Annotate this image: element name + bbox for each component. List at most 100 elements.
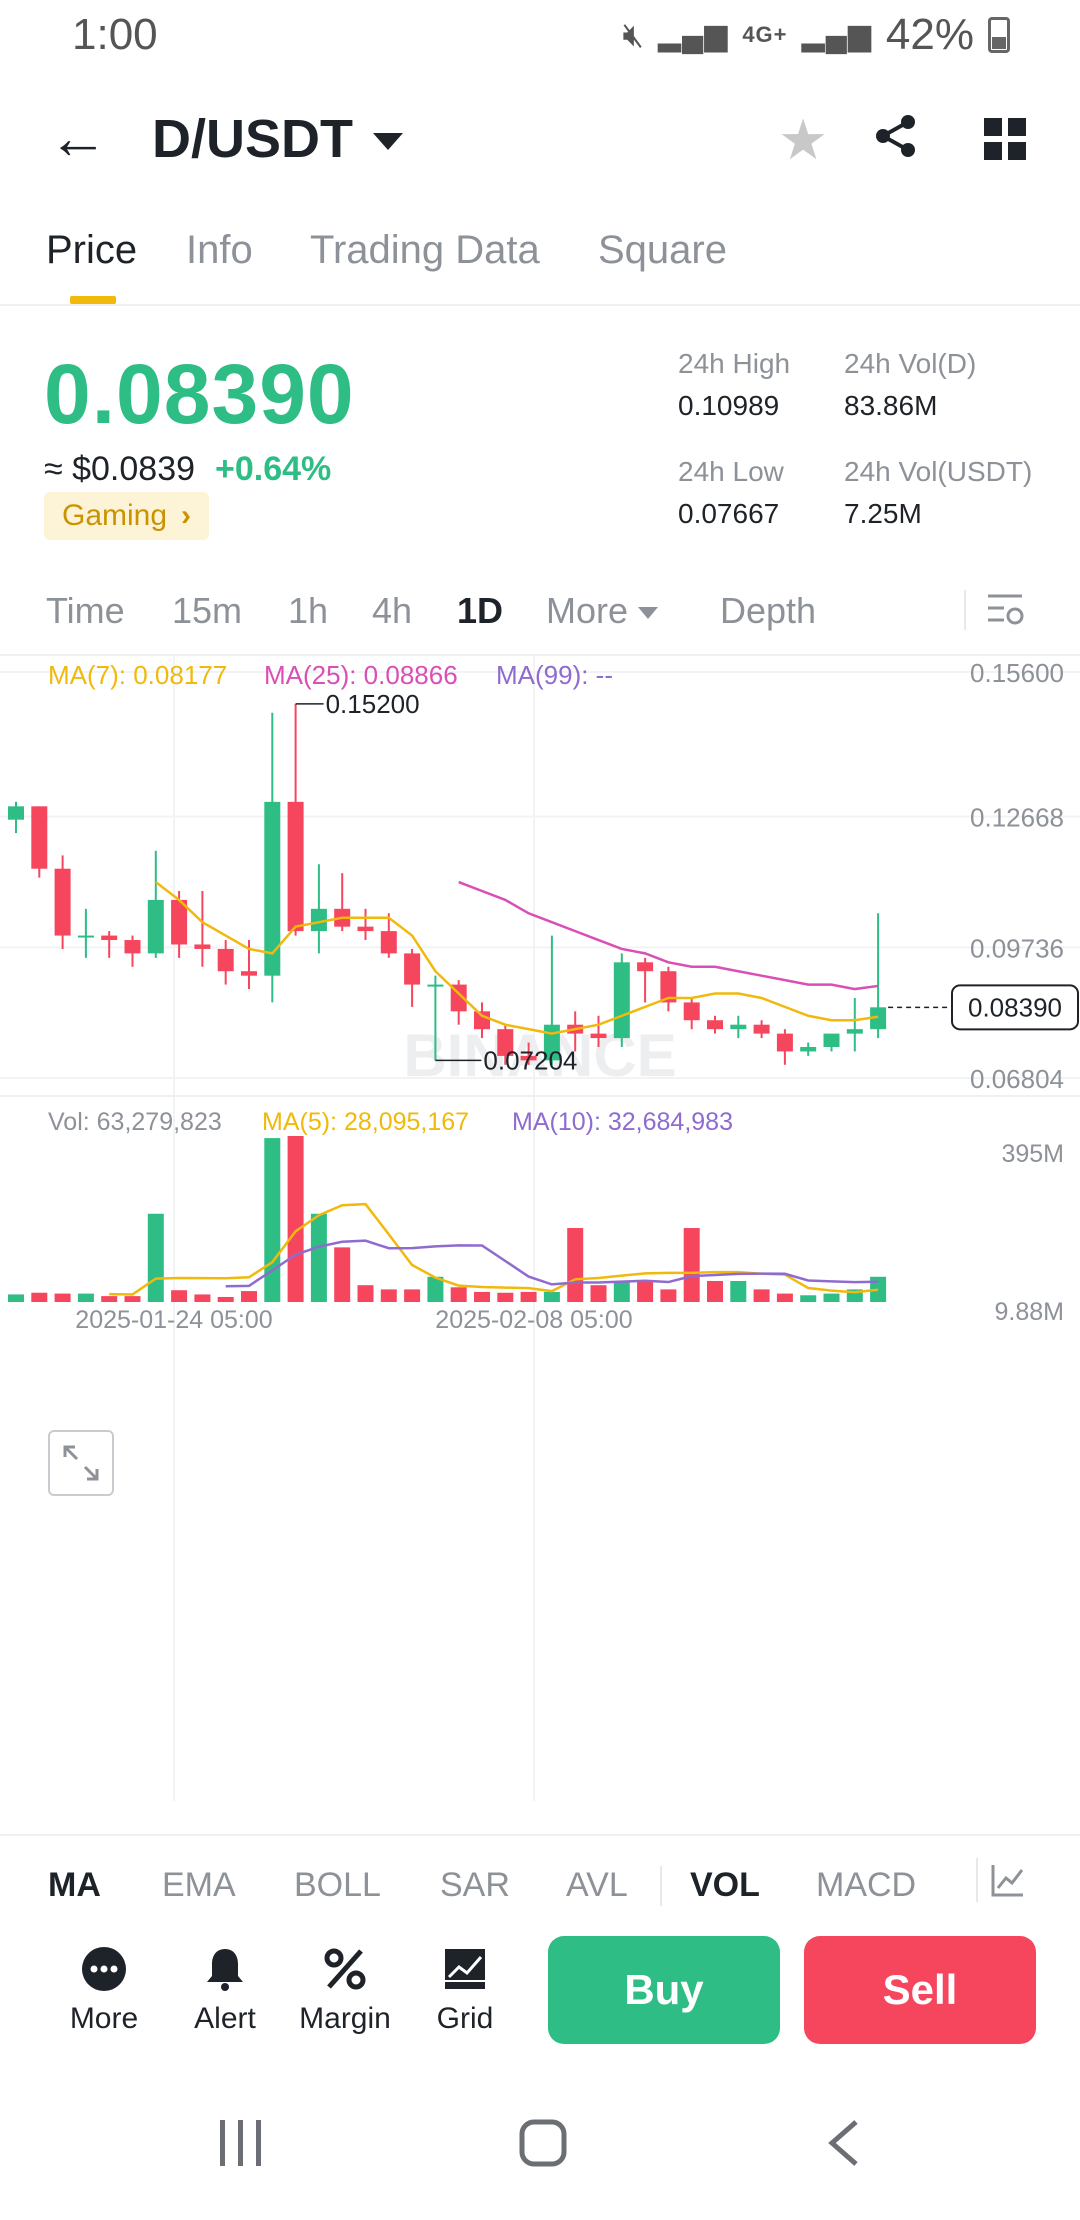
signal-icon-2: ▂▄▆: [801, 18, 872, 52]
action-more-label: More: [69, 2002, 139, 2035]
volume-bar: [380, 1289, 397, 1302]
ma7-line: [155, 881, 879, 1035]
volume-bar: [497, 1292, 514, 1302]
tab-price[interactable]: Price: [46, 228, 137, 273]
price-axis-label: 0.12668: [970, 803, 1064, 833]
volume-bar: [800, 1295, 817, 1302]
candlestick-chart[interactable]: BINANCE MA(7): 0.08177 MA(25): 0.08866 MA(…: [0, 656, 1080, 1836]
volume-bar: [334, 1247, 351, 1302]
tab-trading-data[interactable]: Trading Data: [310, 228, 540, 273]
vol-quote-value: 7.25M: [844, 498, 922, 529]
candle-body: [730, 1024, 747, 1030]
interval-more[interactable]: More: [546, 590, 659, 632]
x-axis-label: 2025-01-24 05:00: [75, 1306, 272, 1334]
recent-apps-button[interactable]: [218, 2118, 264, 2173]
action-margin-label: Margin: [299, 2002, 391, 2035]
vol-base-value: 83.86M: [844, 390, 938, 421]
buy-button[interactable]: Buy: [548, 1936, 780, 2044]
volume-ma5-legend: MA(5): 28,095,167: [262, 1108, 469, 1136]
candle-body: [753, 1024, 770, 1034]
volume-axis-label: 395M: [1001, 1140, 1064, 1168]
tab-square[interactable]: Square: [598, 228, 727, 273]
interval-1h[interactable]: 1h: [288, 590, 328, 632]
volume-bar: [241, 1291, 257, 1302]
candle-body: [357, 926, 374, 932]
candle-body: [124, 940, 141, 954]
usd-price: ≈ $0.0839: [44, 450, 196, 488]
volume-bars: [8, 1136, 887, 1302]
interval-4h[interactable]: 4h: [372, 590, 412, 632]
volume-bar: [637, 1280, 654, 1302]
back-nav-button[interactable]: [826, 2118, 860, 2173]
volume-bar: [101, 1296, 118, 1302]
candle-body: [264, 801, 281, 976]
interval-15m[interactable]: 15m: [172, 590, 242, 632]
volume-bar: [54, 1293, 71, 1302]
candle-body: [147, 899, 164, 954]
share-icon[interactable]: [873, 113, 919, 164]
indicator-ma[interactable]: MA: [48, 1866, 101, 1905]
price-axis-label: 0.15600: [970, 658, 1064, 688]
candle-body: [613, 962, 630, 1039]
caret-down-icon: [638, 607, 659, 620]
action-alert[interactable]: Alert: [175, 1946, 275, 2036]
layout-grid-icon[interactable]: [984, 118, 1026, 165]
indicator-ema[interactable]: EMA: [162, 1866, 236, 1905]
action-grid[interactable]: Grid: [415, 1946, 515, 2036]
sell-button[interactable]: Sell: [804, 1936, 1036, 2044]
high-marker-label: 0.15200: [326, 689, 420, 719]
category-tag[interactable]: Gaming ›: [44, 492, 210, 540]
candle-body: [241, 971, 257, 976]
volume-bar: [124, 1296, 141, 1302]
candle-body: [101, 935, 118, 941]
last-price: 0.08390: [44, 347, 355, 441]
price-axis-label: 0.09736: [970, 933, 1064, 963]
candle-body: [776, 1033, 793, 1052]
volume-bar: [660, 1289, 677, 1302]
indicator-settings-icon[interactable]: [990, 1862, 1026, 1903]
low-label: 24h Low: [678, 456, 784, 487]
fullscreen-expand-icon[interactable]: [48, 1430, 114, 1496]
volume-bar: [730, 1280, 747, 1302]
candle-body: [707, 1020, 723, 1030]
volume-bar: [753, 1289, 770, 1302]
home-button[interactable]: [518, 2118, 568, 2173]
back-arrow-icon[interactable]: ←: [48, 108, 108, 168]
signal-icon: ▂▄▆: [657, 18, 729, 52]
indicator-vol[interactable]: VOL: [690, 1866, 760, 1905]
indicator-avl[interactable]: AVL: [566, 1866, 628, 1905]
interval-1d[interactable]: 1D: [457, 590, 503, 632]
ma7-legend: MA(7): 0.08177: [48, 660, 227, 690]
candle-body: [8, 806, 24, 820]
action-more[interactable]: More: [54, 1946, 154, 2036]
candle-body: [427, 984, 444, 987]
pair-name: D/USDT: [152, 109, 353, 169]
star-icon[interactable]: ★: [778, 112, 828, 168]
candle-body: [54, 868, 71, 936]
candle-body: [217, 948, 234, 972]
chevron-right-icon: ›: [181, 499, 192, 532]
chart-settings-icon[interactable]: [986, 592, 1026, 633]
volume-bar: [683, 1228, 700, 1302]
indicator-sar[interactable]: SAR: [440, 1866, 510, 1905]
pair-selector[interactable]: D/USDT: [152, 108, 403, 170]
interval-time[interactable]: Time: [46, 590, 125, 632]
volume-bar: [194, 1294, 211, 1302]
action-margin[interactable]: Margin: [295, 1946, 395, 2036]
low-marker-label: 0.07204: [483, 1045, 577, 1075]
candle-body: [637, 962, 654, 972]
price-axis-label: 0.06804: [970, 1064, 1064, 1094]
tab-info[interactable]: Info: [186, 228, 253, 273]
candle-body: [800, 1046, 817, 1052]
more-icon: [81, 1946, 127, 1992]
candle-body: [380, 931, 397, 954]
action-grid-label: Grid: [436, 2002, 494, 2035]
indicator-macd[interactable]: MACD: [816, 1866, 916, 1905]
battery-percent: 42%: [885, 10, 974, 59]
indicator-boll[interactable]: BOLL: [294, 1866, 381, 1905]
x-axis-label: 2025-02-08 05:00: [435, 1306, 632, 1334]
status-time: 1:00: [72, 10, 158, 59]
interval-depth[interactable]: Depth: [720, 590, 816, 632]
candle-body: [404, 953, 421, 985]
volume-ma10-legend: MA(10): 32,684,983: [512, 1108, 733, 1136]
